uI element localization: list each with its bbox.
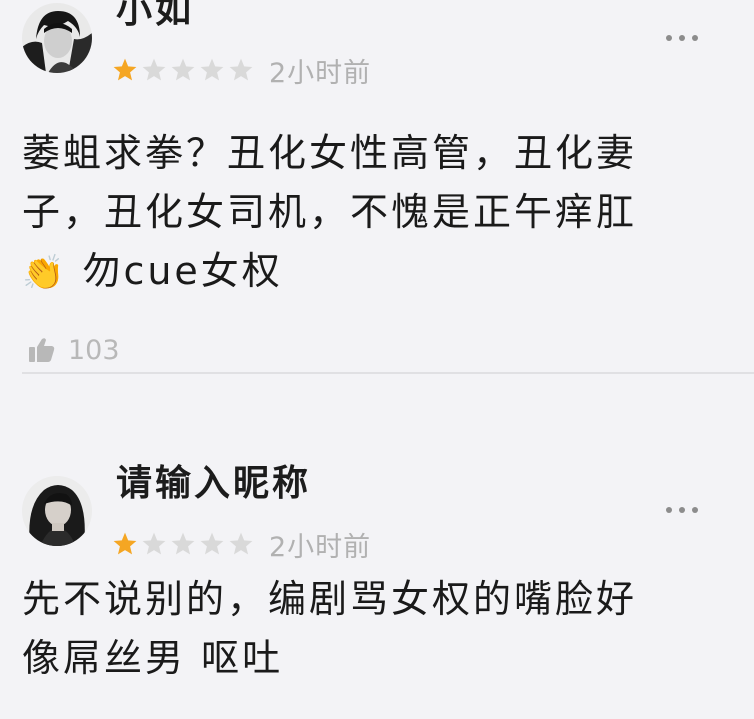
star-empty-icon	[171, 532, 195, 555]
avatar[interactable]	[22, 476, 92, 546]
star-empty-icon	[200, 532, 224, 555]
star-rating	[112, 57, 257, 83]
comment-line: 先不说别的，编剧骂女权的嘴脸好	[22, 577, 638, 621]
star-empty-icon	[229, 532, 253, 555]
thumbs-up-icon	[29, 338, 55, 362]
comment-line: 👏 勿cue女权	[22, 242, 722, 303]
username[interactable]: 小如	[116, 0, 194, 33]
like-count: 103	[68, 334, 120, 366]
comment-list: 小如 2小时前 萎蛆求拳？丑化女性高管，丑化妻 子，丑化女司机，不愧是正午痒肛 …	[0, 0, 754, 719]
comment-text: 萎蛆求拳？丑化女性高管，丑化妻 子，丑化女司机，不愧是正午痒肛 👏 勿cue女权	[22, 124, 722, 303]
more-icon	[666, 507, 672, 513]
comment-tail: 勿cue女权	[82, 249, 283, 293]
star-filled-icon	[113, 532, 137, 555]
comment-line: 萎蛆求拳？丑化女性高管，丑化妻	[22, 131, 638, 175]
comment-line: 子，丑化女司机，不愧是正午痒肛	[22, 190, 638, 234]
rating-row: 2小时前	[112, 53, 372, 89]
star-empty-icon	[229, 58, 253, 81]
username[interactable]: 请输入昵称	[116, 462, 311, 506]
comment-item: 小如 2小时前 萎蛆求拳？丑化女性高管，丑化妻 子，丑化女司机，不愧是正午痒肛 …	[0, 0, 754, 400]
star-empty-icon	[142, 58, 166, 81]
more-icon	[692, 507, 698, 513]
star-filled-icon	[113, 58, 137, 81]
star-empty-icon	[171, 58, 195, 81]
more-icon	[679, 507, 685, 513]
star-rating	[112, 531, 257, 557]
divider	[22, 372, 754, 374]
comment-text: 先不说别的，编剧骂女权的嘴脸好 像屌丝男 呕吐	[22, 570, 722, 688]
rating-row: 2小时前	[112, 527, 372, 563]
avatar[interactable]	[22, 3, 92, 73]
more-icon	[679, 35, 685, 41]
clapping-hands-emoji: 👏	[22, 253, 68, 293]
star-empty-icon	[200, 58, 224, 81]
more-icon	[692, 35, 698, 41]
more-options-button[interactable]	[662, 500, 702, 520]
timestamp: 2小时前	[269, 57, 372, 89]
comment-item: 请输入昵称 2小时前 先不说别的，编剧骂女权的嘴脸好 像屌丝男 呕吐	[0, 440, 754, 719]
comment-line: 像屌丝男 呕吐	[22, 636, 284, 680]
star-empty-icon	[142, 532, 166, 555]
timestamp: 2小时前	[269, 531, 372, 563]
more-icon	[666, 35, 672, 41]
more-options-button[interactable]	[662, 28, 702, 48]
like-button[interactable]: 103	[28, 330, 120, 370]
